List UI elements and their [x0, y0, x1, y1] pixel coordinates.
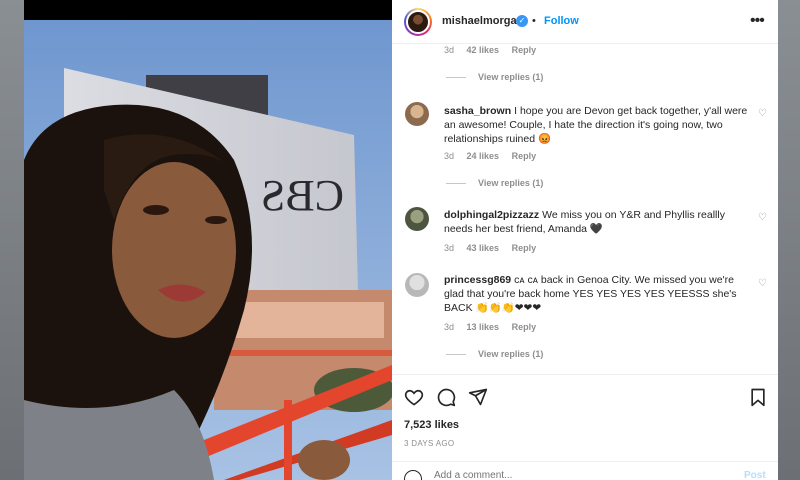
view-replies-button[interactable]: View replies (1): [446, 178, 543, 188]
comment-time: 3d: [444, 322, 455, 332]
view-replies-button[interactable]: View replies (1): [446, 349, 543, 359]
avatar[interactable]: [404, 8, 432, 36]
view-replies-button[interactable]: View replies (1): [446, 72, 543, 82]
backdrop-left: [0, 0, 24, 480]
verified-badge-icon: ✓: [516, 15, 528, 27]
post-actions: 7,523 likes 3 DAYS AGO Post: [392, 374, 778, 480]
post-button[interactable]: Post: [744, 470, 766, 480]
save-icon[interactable]: [748, 387, 768, 407]
post-username[interactable]: mishaelmorgan: [442, 15, 523, 27]
post-header: mishaelmorgan ✓ • Follow •••: [392, 0, 778, 44]
comment-meta: 3d 24 likes Reply: [444, 151, 536, 161]
photo-top-bar: [24, 0, 392, 20]
comment-meta: 3d 13 likes Reply: [444, 322, 536, 332]
comment-text: dolphingal2pizzazz We miss you on Y&R and…: [444, 208, 748, 236]
comments-panel: mishaelmorgan ✓ • Follow ••• 3d 42 likes…: [392, 0, 778, 480]
comment-icon[interactable]: [436, 387, 456, 407]
commenter-avatar[interactable]: [405, 207, 429, 231]
post-photo[interactable]: CBS: [24, 0, 392, 480]
reply-button[interactable]: Reply: [512, 151, 537, 161]
share-icon[interactable]: [468, 387, 488, 407]
commenter-avatar[interactable]: [405, 102, 429, 126]
reply-button[interactable]: Reply: [512, 45, 537, 55]
follow-button[interactable]: Follow: [544, 15, 579, 27]
comment-likes[interactable]: 24 likes: [467, 151, 500, 161]
separator-dot: •: [532, 15, 536, 27]
comment-likes[interactable]: 42 likes: [467, 45, 500, 55]
likes-count[interactable]: 7,523 likes: [404, 419, 459, 431]
comment-time: 3d: [444, 151, 455, 161]
like-comment-icon[interactable]: ♡: [758, 279, 768, 289]
more-options-icon[interactable]: •••: [750, 12, 765, 30]
like-comment-icon[interactable]: ♡: [758, 109, 768, 119]
backdrop-right: [778, 0, 800, 480]
comment-input[interactable]: [434, 470, 714, 480]
comment-meta: 3d 42 likes Reply: [444, 45, 536, 55]
comment-username[interactable]: sasha_brown: [444, 105, 511, 117]
comment-time: 3d: [444, 45, 455, 55]
add-comment-row: Post: [392, 461, 778, 480]
comment-text: sasha_brown I hope you are Devon get back…: [444, 104, 748, 146]
commenter-avatar[interactable]: [405, 273, 429, 297]
comment-meta: 3d 43 likes Reply: [444, 243, 536, 253]
comment-text: princessg869 ᴄᴀ ᴄᴀ back in Genoa City. We…: [444, 273, 748, 315]
like-icon[interactable]: [404, 387, 424, 407]
comment-likes[interactable]: 13 likes: [467, 322, 500, 332]
selfie-image: CBS: [24, 20, 392, 480]
cbs-sign: CBS: [261, 171, 344, 220]
like-comment-icon[interactable]: ♡: [758, 213, 768, 223]
comment-username[interactable]: dolphingal2pizzazz: [444, 209, 539, 221]
post-date: 3 DAYS AGO: [404, 439, 455, 448]
emoji-icon[interactable]: [404, 470, 422, 480]
reply-button[interactable]: Reply: [512, 243, 537, 253]
comment-time: 3d: [444, 243, 455, 253]
reply-button[interactable]: Reply: [512, 322, 537, 332]
comment-likes[interactable]: 43 likes: [467, 243, 500, 253]
comment-username[interactable]: princessg869: [444, 274, 511, 286]
